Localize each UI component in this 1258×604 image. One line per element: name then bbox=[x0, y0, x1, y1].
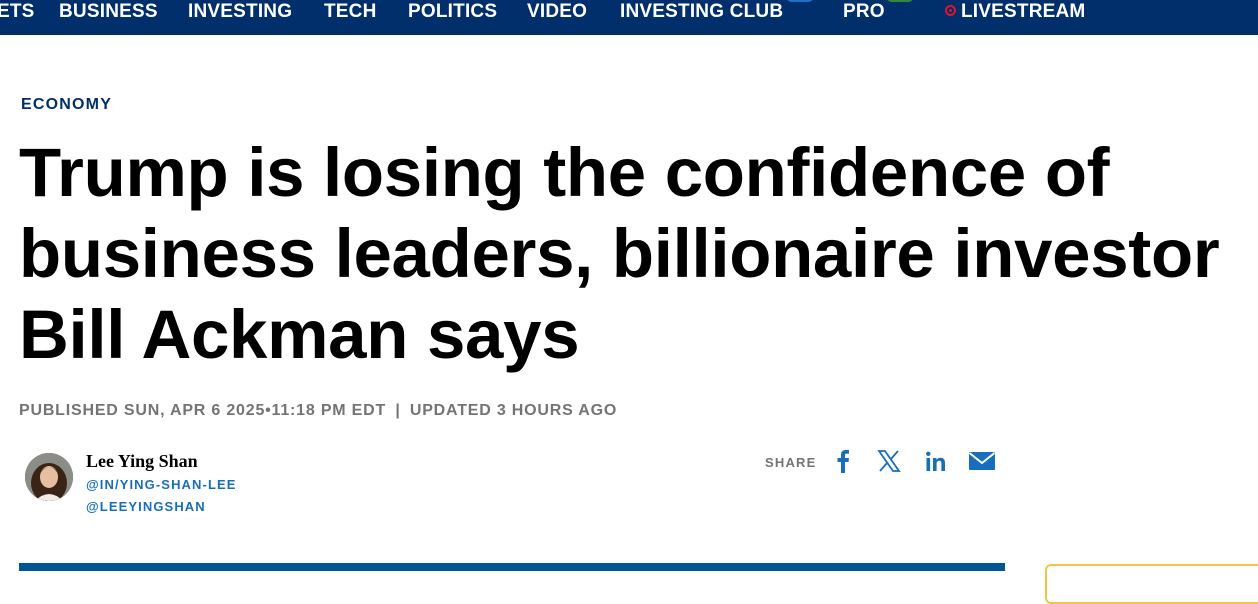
email-icon[interactable] bbox=[968, 448, 996, 479]
nav-item-investing-club[interactable]: INVESTING CLUB bbox=[620, 0, 783, 23]
nav-item-markets[interactable]: ETS bbox=[0, 0, 35, 23]
article-headline: Trump is losing the confidence of busine… bbox=[19, 134, 1220, 373]
author-avatar[interactable] bbox=[25, 453, 73, 501]
facebook-icon[interactable] bbox=[832, 448, 854, 479]
section-divider bbox=[19, 563, 1005, 571]
section-kicker[interactable]: ECONOMY bbox=[21, 96, 112, 114]
author-twitter-link[interactable]: @LEEYINGSHAN bbox=[86, 499, 206, 514]
nav-item-video[interactable]: VIDEO bbox=[527, 0, 587, 23]
x-icon[interactable] bbox=[877, 448, 901, 479]
author-linkedin-link[interactable]: @IN/YING-SHAN-LEE bbox=[86, 477, 237, 492]
nav-item-politics[interactable]: POLITICS bbox=[408, 0, 497, 23]
article-timestamp: PUBLISHED SUN, APR 6 2025•11:18 PM EDT |… bbox=[19, 402, 617, 420]
author-name[interactable]: Lee Ying Shan bbox=[86, 451, 198, 472]
published-time: PUBLISHED SUN, APR 6 2025•11:18 PM EDT bbox=[19, 402, 387, 419]
linkedin-icon[interactable] bbox=[924, 448, 948, 479]
share-label: SHARE bbox=[765, 455, 817, 470]
investing-club-badge bbox=[786, 0, 814, 2]
nav-item-business[interactable]: BUSINESS bbox=[59, 0, 158, 23]
livestream-icon bbox=[945, 5, 956, 16]
livestream-label: LIVESTREAM bbox=[961, 1, 1086, 22]
nav-item-livestream[interactable]: LIVESTREAM bbox=[945, 0, 1085, 23]
timestamp-separator: | bbox=[395, 402, 401, 419]
updated-time: UPDATED 3 HOURS AGO bbox=[409, 402, 618, 419]
pro-badge bbox=[886, 0, 914, 2]
sidebar-card bbox=[1045, 564, 1258, 604]
top-navigation: ETS BUSINESS INVESTING TECH POLITICS VID… bbox=[0, 0, 1258, 35]
nav-item-investing[interactable]: INVESTING bbox=[188, 0, 292, 23]
nav-item-tech[interactable]: TECH bbox=[324, 0, 377, 23]
nav-item-pro[interactable]: PRO bbox=[843, 0, 885, 23]
